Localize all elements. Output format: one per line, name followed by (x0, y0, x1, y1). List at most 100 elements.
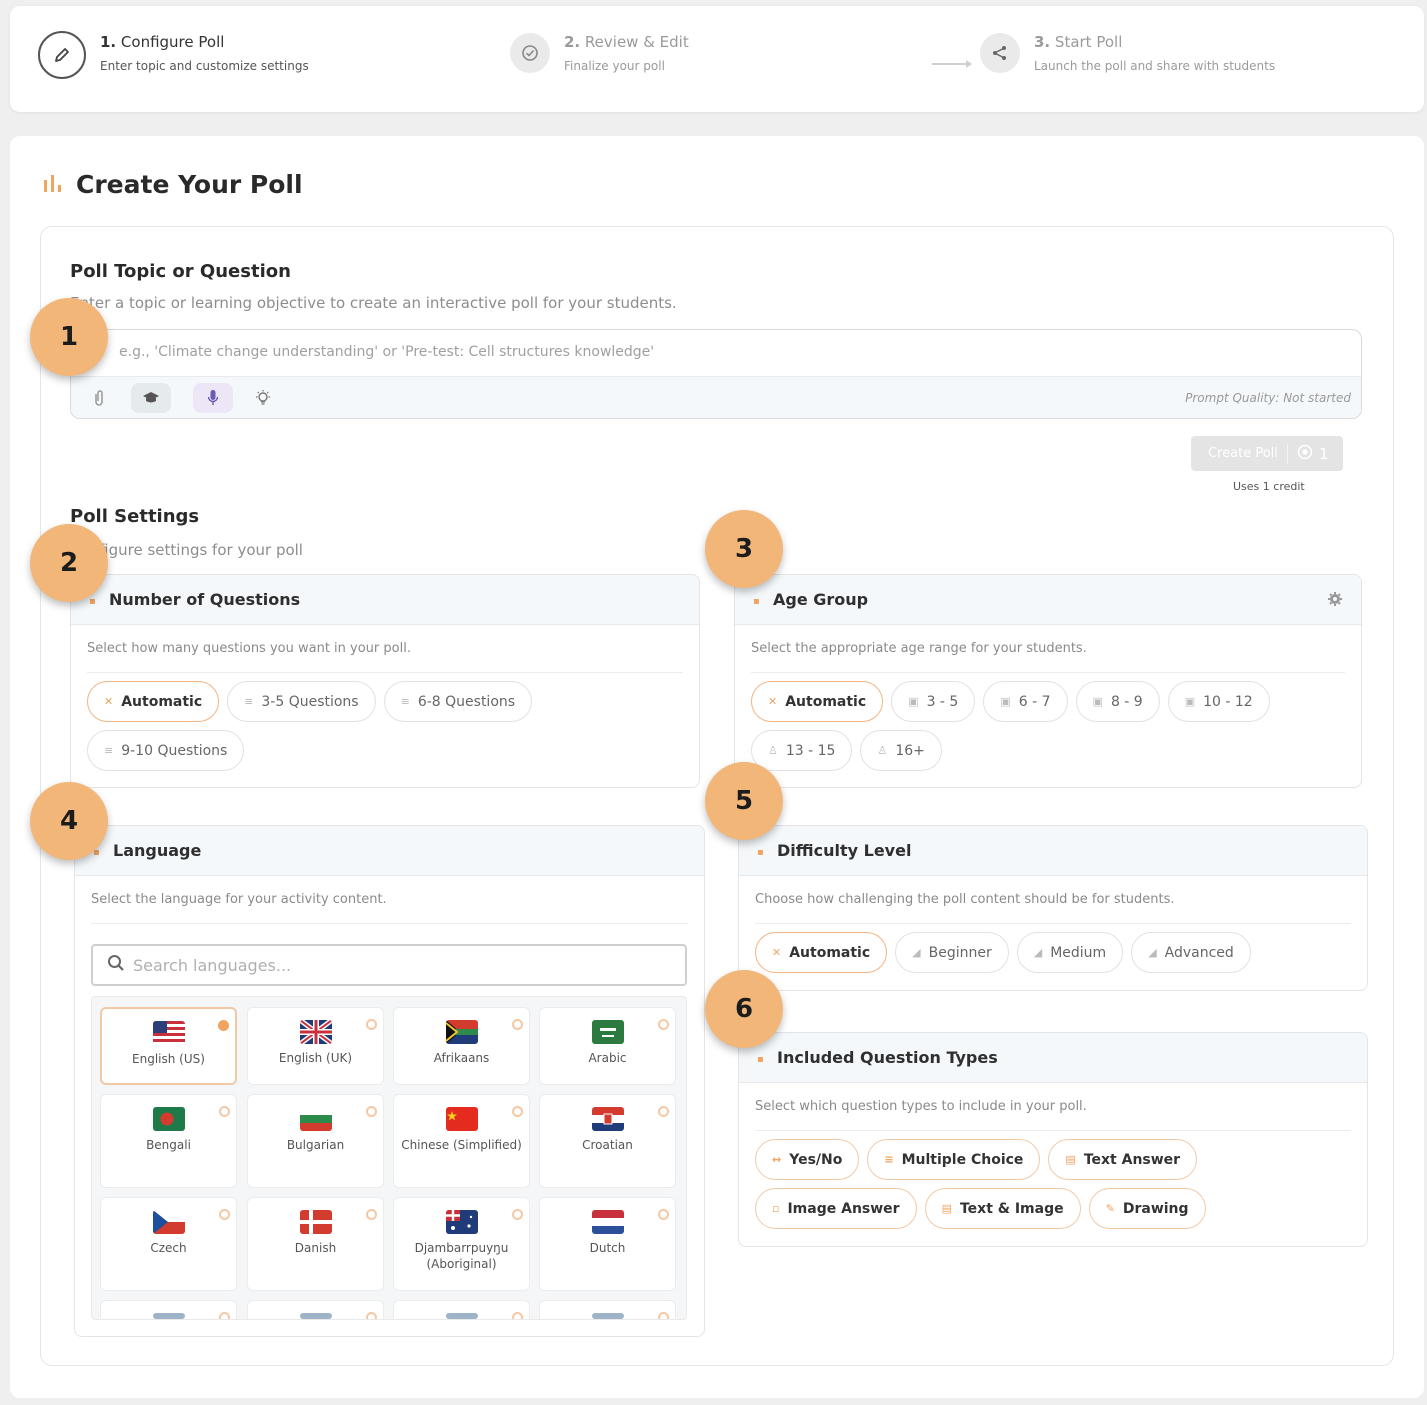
step-configure[interactable]: 1. Configure Poll Enter topic and custom… (38, 31, 309, 79)
option-3-5-questions[interactable]: ≡ 3-5 Questions (227, 681, 376, 722)
option-drawing[interactable]: ✎ Drawing (1088, 1188, 1206, 1229)
create-poll-button[interactable]: Create Poll 1 (1191, 436, 1343, 471)
chip-label: Drawing (1122, 1200, 1189, 1217)
language-search-input[interactable]: Search languages... (91, 944, 687, 986)
option-multiple-choice[interactable]: ≡ Multiple Choice (867, 1139, 1041, 1180)
option-age-13-15[interactable]: ♙ 13 - 15 (751, 730, 853, 771)
radio-indicator (512, 1209, 523, 1220)
chip-label: 6 - 7 (1018, 693, 1051, 710)
option-automatic[interactable]: ✕ Automatic (755, 932, 888, 973)
option-age-6-7[interactable]: ▣ 6 - 7 (983, 681, 1068, 722)
step-number: 3. (1034, 33, 1051, 51)
language-option[interactable]: English (UK) (247, 1007, 384, 1085)
page-title: Create Your Poll (76, 170, 303, 199)
flag-icon (299, 1313, 332, 1319)
topic-input-box[interactable]: e.g., 'Climate change understanding' or … (70, 329, 1362, 419)
option-text-answer[interactable]: ▤ Text Answer (1048, 1139, 1198, 1180)
radio-indicator (512, 1312, 523, 1319)
option-automatic[interactable]: ✕ Automatic (87, 681, 220, 722)
person-icon: ♙ (768, 744, 778, 757)
gear-icon[interactable] (1327, 591, 1343, 611)
language-option[interactable]: Arabic (539, 1007, 676, 1085)
search-icon (107, 954, 125, 976)
option-age-8-9[interactable]: ▣ 8 - 9 (1075, 681, 1160, 722)
option-6-8-questions[interactable]: ≡ 6-8 Questions (383, 681, 533, 722)
radio-indicator (658, 1312, 669, 1319)
language-option[interactable]: Dutch (539, 1197, 676, 1291)
option-beginner[interactable]: ◢ Beginner (895, 932, 1009, 973)
language-option[interactable]: Czech (100, 1197, 237, 1291)
radio-indicator (366, 1312, 377, 1319)
chip-label: Text Answer (1083, 1151, 1181, 1168)
chip-label: Automatic (785, 693, 867, 710)
chip-label: 10 - 12 (1203, 693, 1253, 710)
language-option[interactable]: Danish (247, 1197, 384, 1291)
chip-label: 6-8 Questions (417, 693, 516, 710)
option-image-answer[interactable]: ▫ Image Answer (755, 1188, 917, 1229)
radio-indicator (219, 1209, 230, 1220)
annotation-badge-1: 1 (30, 298, 108, 376)
flag-icon (152, 1021, 185, 1045)
option-age-16-plus[interactable]: ♙ 16+ (860, 730, 942, 771)
option-yes-no[interactable]: ↔ Yes/No (755, 1139, 860, 1180)
card-description: Select the appropriate age range for you… (735, 625, 1361, 673)
option-text-image[interactable]: ▤ Text & Image (924, 1188, 1081, 1229)
card-description: Select which question types to include i… (739, 1083, 1367, 1131)
toggle-icon: ↔ (772, 1153, 782, 1166)
step-number: 2. (564, 33, 581, 51)
option-automatic[interactable]: ✕ Automatic (751, 681, 884, 722)
flag-icon (591, 1107, 624, 1131)
graduation-cap-icon[interactable] (131, 383, 171, 413)
language-option[interactable]: Bulgarian (247, 1094, 384, 1188)
microphone-icon[interactable] (193, 383, 233, 413)
blocks-icon: ▣ (908, 695, 919, 708)
option-advanced[interactable]: ◢ Advanced (1131, 932, 1251, 973)
flag-icon (445, 1107, 478, 1131)
language-name: Afrikaans (433, 1051, 490, 1065)
language-option[interactable]: Bengali (100, 1094, 237, 1188)
option-age-10-12[interactable]: ▣ 10 - 12 (1167, 681, 1270, 722)
language-option[interactable]: English (US) (100, 1007, 237, 1085)
lightbulb-icon[interactable] (243, 383, 283, 413)
language-name: English (US) (132, 1052, 205, 1066)
flag-icon (152, 1210, 185, 1234)
step-review[interactable]: 2. Review & Edit Finalize your poll (510, 33, 689, 73)
card-title: Included Question Types (777, 1048, 998, 1067)
chip-label: Automatic (789, 944, 871, 961)
language-option[interactable] (100, 1300, 237, 1319)
card-title: Age Group (773, 590, 869, 609)
card-title: Number of Questions (109, 590, 301, 609)
language-option[interactable]: Afrikaans (393, 1007, 530, 1085)
chip-label: 3 - 5 (926, 693, 959, 710)
language-option[interactable] (539, 1300, 676, 1319)
image-icon: ▫ (772, 1202, 780, 1215)
list-icon: ≡ (400, 695, 410, 708)
step-number: 1. (100, 33, 117, 51)
annotation-badge-6: 6 (705, 970, 783, 1048)
create-poll-panel: Create Your Poll Poll Topic or Question … (10, 136, 1424, 1398)
language-name: Arabic (588, 1051, 627, 1065)
option-age-3-5[interactable]: ▣ 3 - 5 (891, 681, 976, 722)
language-option[interactable]: Chinese (Simplified) (393, 1094, 530, 1188)
step-start[interactable]: 3. Start Poll Launch the poll and share … (980, 33, 1275, 73)
paperclip-icon[interactable] (79, 383, 119, 413)
language-option[interactable]: Djambarrpuyŋu (Aboriginal) (393, 1197, 530, 1291)
flag-icon (299, 1107, 332, 1131)
language-option[interactable] (247, 1300, 384, 1319)
radio-indicator (219, 1312, 230, 1319)
list-icon: ▪ (89, 595, 96, 607)
radio-indicator (366, 1209, 377, 1220)
age-group-card: ▪ Age Group Select the appropriate age r… (734, 574, 1362, 788)
option-9-10-questions[interactable]: ≡ 9-10 Questions (87, 730, 245, 771)
option-medium[interactable]: ◢ Medium (1016, 932, 1124, 973)
card-title: Language (113, 841, 202, 860)
topic-input[interactable]: e.g., 'Climate change understanding' or … (71, 330, 1361, 376)
radio-indicator (658, 1019, 669, 1030)
language-name: Djambarrpuyŋu (Aboriginal) (414, 1241, 509, 1271)
step-subtitle: Enter topic and customize settings (100, 59, 309, 73)
language-option[interactable]: Croatian (539, 1094, 676, 1188)
flag-icon (299, 1210, 332, 1234)
chip-label: Automatic (121, 693, 203, 710)
list-icon: ≡ (104, 744, 114, 757)
language-option[interactable] (393, 1300, 530, 1319)
